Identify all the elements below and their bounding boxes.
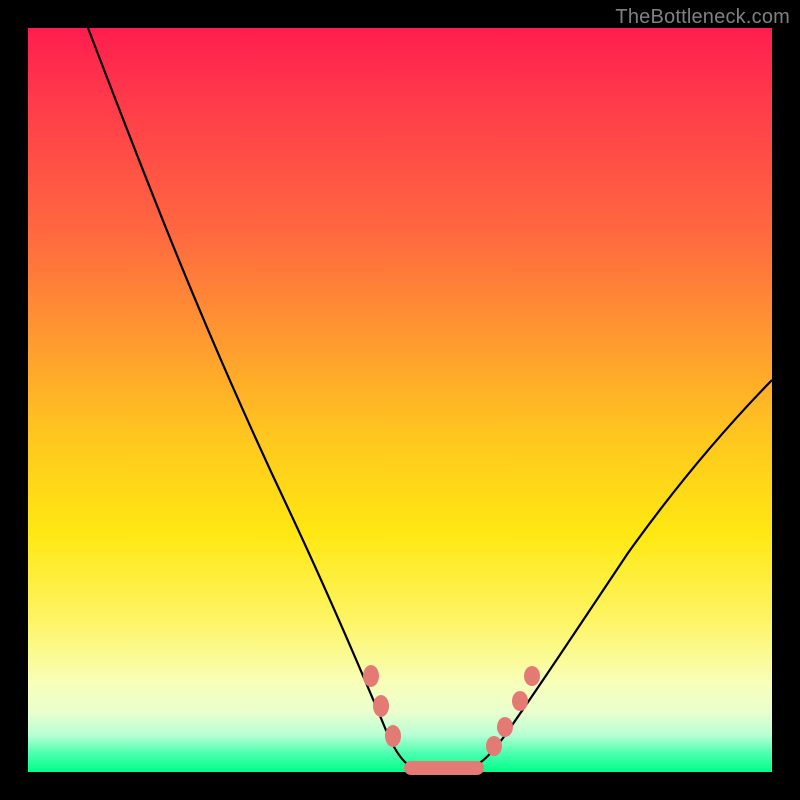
marker-dot [385,725,401,747]
chart-frame: TheBottleneck.com [0,0,800,800]
plot-area [28,28,772,772]
watermark-text: TheBottleneck.com [615,6,790,29]
bottleneck-curve [88,28,772,770]
marker-dot [363,665,379,687]
marker-dot [486,736,502,756]
marker-dot [373,695,389,717]
marker-dot [512,691,528,711]
marker-dot [497,717,513,737]
marker-base [404,761,484,775]
curve-layer [28,28,772,772]
marker-dots [363,665,540,756]
marker-dot [524,666,540,686]
